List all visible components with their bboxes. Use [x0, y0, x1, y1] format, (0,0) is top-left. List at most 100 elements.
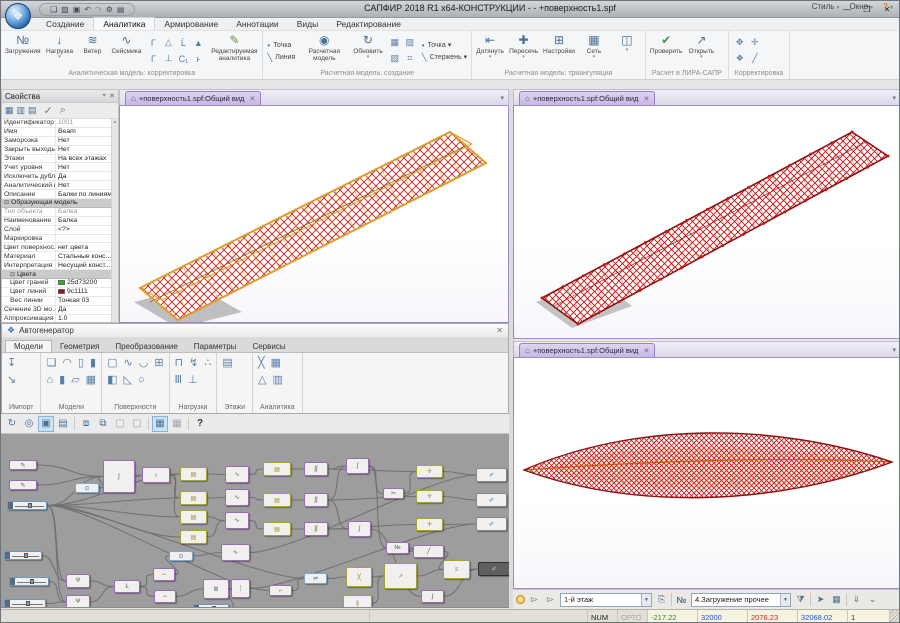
autogen-tool-icon[interactable]: ▱ [71, 375, 79, 386]
viewport-2-tab-close-icon[interactable]: ✕ [643, 95, 649, 103]
graph-node-sl[interactable]: ╱ [413, 545, 444, 558]
autogen-tab-модели[interactable]: Модели [5, 340, 52, 352]
autogen-tab-сервисы[interactable]: Сервисы [244, 341, 293, 352]
render-view-icon[interactable]: ▣ [38, 416, 54, 432]
property-value[interactable]: Несущий конст... [56, 262, 111, 269]
graph-node-w1[interactable]: ∫∫ [304, 462, 328, 476]
tool-icon[interactable]: Г [146, 52, 160, 66]
vertical-splitter[interactable] [509, 89, 513, 609]
tool-icon[interactable]: ▨ [403, 36, 417, 50]
autogen-tool-icon[interactable]: ⊞ [154, 358, 163, 369]
ribbon-small-точка-[interactable]: •Точка ▾ [422, 41, 467, 50]
viewport-2-canvas[interactable] [513, 105, 900, 339]
property-value[interactable]: 25d73200 [56, 279, 111, 286]
autogen-tool-icon[interactable]: ▦ [86, 375, 96, 386]
menu-tab-армирование[interactable]: Армирование [155, 18, 227, 30]
select-prev-icon[interactable]: ▢ [112, 416, 128, 432]
property-row-Учет-уровня[interactable]: Учет уровняНет [2, 163, 111, 172]
property-value[interactable]: Да [56, 306, 111, 313]
ribbon-button-сейсмика[interactable]: ∿Сейсмика [109, 32, 143, 70]
autogen-tool-icon[interactable]: ∿ [124, 358, 133, 369]
graph-node-pl1[interactable]: ✛ [416, 465, 443, 478]
graph-node-m2[interactable]: ⊙ [169, 551, 193, 561]
property-row-Аппроксимация[interactable]: Аппроксимация1.0 [2, 315, 111, 322]
tool-icon[interactable]: ⌗ [403, 52, 417, 66]
property-section-Образующая модель[interactable]: ⊟Образующая модель [2, 199, 111, 208]
autogen-tool-icon[interactable]: ↯ [189, 358, 198, 369]
menu-стиль[interactable]: Стиль▾ [812, 2, 840, 11]
graph-node-ox[interactable]: ╳ [346, 567, 372, 587]
tool-icon[interactable]: ❖ [733, 52, 747, 66]
autogen-tab-преобразование[interactable]: Преобразование [107, 341, 185, 352]
property-row-Цвет-линий[interactable]: Цвет линий9c1111 [2, 288, 111, 297]
autogen-tool-icon[interactable]: ╳ [258, 358, 265, 369]
property-row-Наименование[interactable]: НаименованиеБалка [2, 217, 111, 226]
filter-icon[interactable]: ▤ [28, 105, 37, 116]
property-row-Слой[interactable]: Слой<?> [2, 226, 111, 235]
light-bulb-icon[interactable] [516, 595, 525, 604]
property-section-Цвета[interactable]: ⊟Цвета [2, 270, 111, 279]
graph-node-t2[interactable]: ∼ [154, 590, 176, 603]
ribbon-small-линия[interactable]: ╲Линия [267, 53, 295, 62]
property-value[interactable]: нет цвета [56, 244, 111, 251]
loadcase-number-icon[interactable]: № [675, 595, 688, 605]
graph-node-s4[interactable] [4, 599, 46, 608]
slider-knob[interactable] [212, 606, 216, 608]
undo-icon[interactable]: ↶ [84, 6, 91, 14]
graph-node-oh[interactable]: ≡ [443, 560, 470, 579]
property-row-Имя[interactable]: ИмяBeam [2, 128, 111, 137]
redo-icon[interactable]: ↷ [95, 6, 102, 14]
filter-funnel-icon[interactable]: ⧩ [794, 594, 807, 605]
slider-track[interactable] [13, 502, 46, 509]
viewport-1-canvas[interactable] [119, 105, 509, 323]
menu-tab-редактирование[interactable]: Редактирование [327, 18, 410, 30]
property-value[interactable]: <?> [56, 226, 111, 233]
floor-select[interactable]: 1-й этаж ▼ [560, 593, 652, 607]
tool-icon[interactable]: ▦ [388, 36, 402, 50]
graph-node-pl3[interactable]: ✛ [416, 518, 443, 531]
tool-icon[interactable]: ✛ [748, 36, 762, 50]
ribbon-small-стержень-[interactable]: ╲Стержень ▾ [422, 53, 467, 62]
graph-node-q3[interactable]: ∿ [225, 512, 249, 529]
graph-node-pt2[interactable]: ✐ [476, 493, 507, 507]
ribbon-button-расчетная-модель[interactable]: ◉Расчетная модель [298, 32, 350, 70]
graph-node-s5[interactable] [193, 604, 229, 608]
open-file-icon[interactable]: ▨ [61, 6, 69, 14]
table-filter-icon[interactable]: ▦ [830, 594, 843, 605]
graph-node-v1[interactable]: ∫ [346, 458, 369, 474]
autogen-tool-icon[interactable]: ↘ [7, 375, 16, 386]
ribbon-button-редактируемая-аналитика[interactable]: ✎Редактируемая аналитика [208, 32, 260, 70]
graph-node-o4[interactable]: ▤ [180, 530, 207, 544]
autogen-tool-icon[interactable]: ⊓ [175, 358, 184, 369]
property-row-Идентификатор[interactable]: Идентификатор1001 [2, 119, 111, 128]
viewport-1-tab[interactable]: ⌂ +поверхность1.spf:Общий вид ✕ [125, 91, 261, 105]
property-value[interactable]: Нет [56, 137, 111, 144]
autogenerator-titlebar[interactable]: ❖ Автогенератор ✕ [2, 324, 508, 338]
ribbon-button-настройки[interactable]: ⊞Настройки [541, 32, 577, 70]
graph-node-s2[interactable] [4, 551, 42, 560]
menu-tab-виды[interactable]: Виды [288, 18, 328, 30]
autogen-tool-icon[interactable]: ↧ [7, 358, 16, 369]
slider-track[interactable] [10, 552, 41, 559]
autogen-tab-параметры[interactable]: Параметры [186, 341, 245, 352]
graph-node-cn[interactable]: ⌐ [269, 585, 292, 596]
slider-track[interactable] [199, 605, 228, 608]
graph-node-os[interactable]: ∥ [343, 595, 372, 608]
graph-node-w2[interactable]: ∫∫ [304, 493, 328, 507]
graph-node-v2[interactable]: ∫ [348, 521, 371, 537]
ribbon-button-обновить[interactable]: ↻Обновить▾ [351, 32, 384, 70]
property-row-Закрыть-выходы[interactable]: Закрыть выходыНет [2, 146, 111, 155]
property-row-Цвет-граней[interactable]: Цвет граней25d73200 [2, 279, 111, 288]
menu-tab-создание[interactable]: Создание [37, 18, 93, 30]
graph-node-dk[interactable]: ✐ [478, 562, 509, 576]
property-value[interactable]: 1.0 [56, 315, 111, 322]
slider-track[interactable] [10, 600, 45, 607]
property-value[interactable]: 1001 [56, 119, 111, 126]
collapse-icon[interactable]: ⊟ [4, 199, 9, 206]
viewport-3-tab[interactable]: ⌂ +поверхность1.spf:Общий вид ✕ [519, 343, 655, 357]
autogen-tool-icon[interactable]: ⊥ [188, 375, 198, 386]
property-value[interactable]: 9c1111 [56, 288, 111, 295]
autogen-tool-icon[interactable]: ▥ [272, 375, 282, 386]
tool-icon[interactable]: ✥ [733, 36, 747, 50]
help-icon[interactable]: ? [192, 416, 208, 432]
